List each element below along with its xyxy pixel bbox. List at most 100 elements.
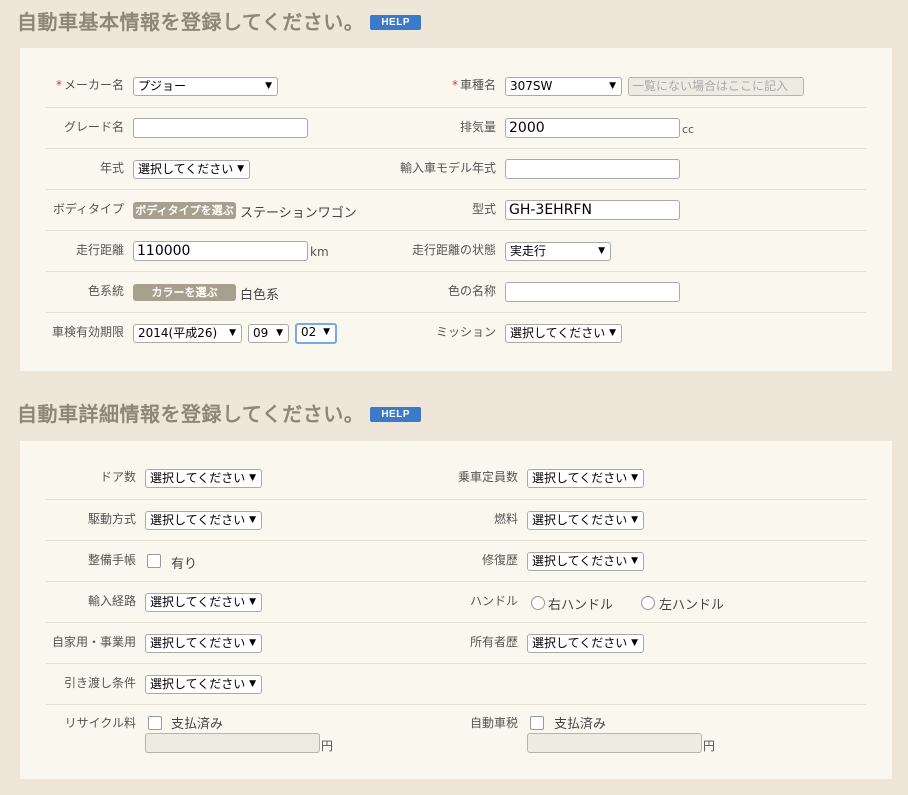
right-handle-label: 右ハンドル	[548, 598, 614, 613]
capacity-label: 乗車定員数	[457, 470, 518, 484]
import-route-select[interactable]: 選択してください ▼	[145, 593, 262, 612]
inspection-label: 車検有効期限	[51, 325, 124, 339]
chevron-down-icon: ▼	[249, 679, 256, 689]
repair-label: 修復歴	[481, 553, 518, 567]
chevron-down-icon: ▼	[323, 327, 330, 337]
displacement-unit: cc	[682, 123, 695, 136]
usage-select[interactable]: 選択してください ▼	[145, 634, 262, 653]
row-maker: * メーカー名 プジョー ▼ * 車種名 307SW ▼ 一覧にない場合はここに記入	[46, 66, 866, 108]
body-type-label: ボディタイプ	[52, 202, 124, 216]
fuel-select[interactable]: 選択してください ▼	[527, 511, 644, 530]
mission-select[interactable]: 選択してください ▼	[505, 324, 622, 343]
detail-info-panel: ドア数 選択してください ▼ 乗車定員数 選択してください ▼ 駆動方式 選択してく…	[20, 441, 892, 779]
owners-label: 所有者歴	[469, 635, 518, 649]
usage-label: 自家用・事業用	[51, 635, 136, 649]
help-button-basic[interactable]: HELP	[370, 15, 421, 30]
drive-select[interactable]: 選択してください ▼	[145, 511, 262, 530]
import-model-year-input[interactable]	[505, 159, 680, 179]
chevron-down-icon: ▼	[249, 515, 256, 525]
row-usage: 自家用・事業用 選択してください ▼ 所有者歴 選択してください ▼	[46, 623, 866, 664]
color-label: 色系統	[87, 284, 124, 298]
handle-label: ハンドル	[469, 594, 518, 608]
section-detail-title-text: 自動車詳細情報を登録してください。	[17, 402, 365, 426]
chevron-down-icon: ▼	[631, 556, 638, 566]
row-color: 色系統 カラーを選ぶ 白色系 色の名称	[46, 272, 866, 313]
row-body-type: ボディタイプ ボディタイプを選ぶ ステーションワゴン 型式 GH-3EHRFN	[46, 190, 866, 231]
fuel-label: 燃料	[493, 512, 518, 526]
car-tax-label: 自動車税	[469, 716, 518, 730]
car-model-select[interactable]: 307SW ▼	[505, 77, 622, 96]
chevron-down-icon: ▼	[249, 597, 256, 607]
capacity-select[interactable]: 選択してください ▼	[527, 469, 644, 488]
basic-info-panel: * メーカー名 プジョー ▼ * 車種名 307SW ▼ 一覧にない場合はここに記入 グ…	[20, 48, 892, 371]
model-code-label: 型式	[471, 202, 496, 216]
recycle-label: リサイクル料	[64, 716, 136, 730]
row-inspection: 車検有効期限 2014(平成26) ▼ 09 ▼ 02 ▼ ミッション 選択してくださ…	[46, 313, 866, 353]
chevron-down-icon: ▼	[265, 81, 272, 91]
section-basic-title-text: 自動車基本情報を登録してください。	[17, 10, 365, 34]
mileage-unit: km	[310, 245, 329, 259]
delivery-label: 引き渡し条件	[63, 676, 136, 690]
row-drive: 駆動方式 選択してください ▼ 燃料 選択してください ▼	[46, 500, 866, 541]
owners-select[interactable]: 選択してください ▼	[527, 634, 644, 653]
mileage-label: 走行距離	[75, 243, 124, 257]
car-model-other-input[interactable]: 一覧にない場合はここに記入	[628, 77, 804, 96]
section-basic-title: 自動車基本情報を登録してください。 HELP	[17, 6, 421, 35]
drive-label: 駆動方式	[87, 512, 136, 526]
inspection-year-select[interactable]: 2014(平成26) ▼	[133, 324, 242, 343]
section-detail-title: 自動車詳細情報を登録してください。 HELP	[17, 398, 421, 427]
maintenance-label: 整備手帳	[87, 553, 136, 567]
delivery-select[interactable]: 選択してください ▼	[145, 675, 262, 694]
color-name-input[interactable]	[505, 282, 680, 302]
chevron-down-icon: ▼	[631, 473, 638, 483]
right-handle-radio[interactable]	[531, 596, 545, 610]
help-button-detail[interactable]: HELP	[370, 407, 421, 422]
recycle-amount-input[interactable]	[145, 733, 320, 753]
displacement-label: 排気量	[459, 120, 496, 134]
chevron-down-icon: ▼	[229, 328, 236, 338]
maintenance-option-label: 有り	[171, 557, 198, 572]
left-handle-radio[interactable]	[641, 596, 655, 610]
car-tax-unit: 円	[703, 739, 716, 753]
car-tax-paid-checkbox[interactable]	[530, 716, 544, 730]
inspection-month-select[interactable]: 09 ▼	[248, 324, 289, 343]
maker-label: * メーカー名	[55, 78, 124, 92]
repair-select[interactable]: 選択してください ▼	[527, 552, 644, 571]
chevron-down-icon: ▼	[631, 638, 638, 648]
row-grade: グレード名 排気量 2000 cc	[46, 108, 866, 149]
grade-label: グレード名	[63, 120, 124, 134]
mileage-state-select[interactable]: 実走行 ▼	[505, 242, 611, 261]
import-route-label: 輸入経路	[87, 594, 136, 608]
mileage-input[interactable]: 110000	[133, 241, 308, 261]
chevron-down-icon: ▼	[249, 473, 256, 483]
inspection-day-select[interactable]: 02 ▼	[295, 323, 337, 344]
chevron-down-icon: ▼	[249, 638, 256, 648]
grade-input[interactable]	[133, 118, 308, 138]
maker-select[interactable]: プジョー ▼	[133, 77, 278, 96]
choose-color-button[interactable]: カラーを選ぶ	[133, 284, 236, 301]
chevron-down-icon: ▼	[631, 515, 638, 525]
recycle-paid-checkbox[interactable]	[148, 716, 162, 730]
row-maintenance: 整備手帳 有り 修復歴 選択してください ▼	[46, 541, 866, 582]
car-model-label: * 車種名	[451, 78, 496, 92]
choose-body-type-button[interactable]: ボディタイプを選ぶ	[133, 202, 236, 219]
chevron-down-icon: ▼	[276, 328, 283, 338]
row-year: 年式 選択してください ▼ 輸入車モデル年式	[46, 149, 866, 190]
chevron-down-icon: ▼	[609, 328, 616, 338]
model-code-input[interactable]: GH-3EHRFN	[505, 200, 680, 220]
recycle-paid-label: 支払済み	[171, 717, 224, 732]
row-doors: ドア数 選択してください ▼ 乗車定員数 選択してください ▼	[46, 458, 866, 500]
year-select[interactable]: 選択してください ▼	[133, 160, 250, 179]
chevron-down-icon: ▼	[598, 246, 605, 256]
car-tax-amount-input[interactable]	[527, 733, 702, 753]
mission-label: ミッション	[435, 325, 496, 339]
chevron-down-icon: ▼	[609, 81, 616, 91]
mileage-state-label: 走行距離の状態	[411, 243, 496, 257]
year-label: 年式	[99, 161, 124, 175]
left-handle-label: 左ハンドル	[659, 598, 725, 613]
row-delivery: 引き渡し条件 選択してください ▼	[46, 664, 866, 705]
doors-select[interactable]: 選択してください ▼	[145, 469, 262, 488]
displacement-input[interactable]: 2000	[505, 118, 680, 138]
maintenance-checkbox[interactable]	[147, 554, 161, 568]
color-value: 白色系	[240, 288, 280, 303]
